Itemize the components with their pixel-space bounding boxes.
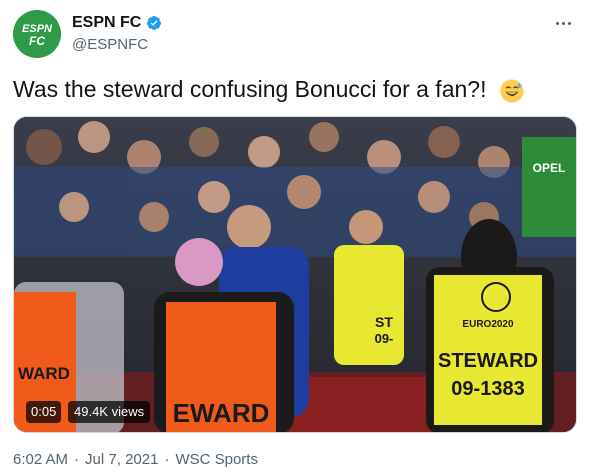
tweet-source[interactable]: WSC Sports — [175, 451, 258, 468]
bib-right-text-bottom: 09-1383 — [451, 378, 524, 400]
bib-left-text: WARD — [18, 364, 70, 383]
more-options-button[interactable] — [550, 12, 576, 34]
bib-middle-text-top: ST — [375, 314, 393, 330]
handle[interactable]: @ESPNFC — [72, 36, 148, 53]
tweet-date[interactable]: Jul 7, 2021 — [85, 451, 158, 468]
bib-center-text: EWARD — [173, 398, 270, 428]
tweet-time[interactable]: 6:02 AM — [13, 451, 68, 468]
verified-badge-icon — [147, 16, 162, 30]
tweet-text: Was the steward confusing Bonucci for a … — [13, 75, 525, 104]
display-name[interactable]: ESPN FC — [72, 14, 141, 32]
more-dot-icon — [561, 21, 565, 25]
espn-fc-logo: ESPN FC — [13, 10, 61, 58]
bib-middle-text-bottom: 09- — [375, 331, 394, 346]
sweat-smile-emoji-icon — [500, 79, 524, 103]
avatar-text-bottom: FC — [29, 34, 45, 48]
video-frame: OPEL EWARD WARD ST 09- EURO2020 STEWARD … — [14, 117, 576, 432]
tweet-text-body: Was the steward confusing Bonucci for a … — [13, 76, 487, 102]
meta-separator: · — [164, 451, 170, 468]
more-dot-icon — [567, 21, 571, 25]
tweet-meta: 6:02 AM · Jul 7, 2021 · WSC Sports — [13, 451, 258, 468]
sponsor-shirt-text: OPEL — [533, 161, 566, 175]
video-views: 49.4K views — [74, 404, 145, 419]
more-dot-icon — [555, 21, 559, 25]
author-name-row[interactable]: ESPN FC — [72, 14, 162, 32]
video-player[interactable]: OPEL EWARD WARD ST 09- EURO2020 STEWARD … — [13, 116, 577, 433]
video-views-badge: 49.4K views — [68, 401, 151, 423]
green-shirt — [522, 137, 576, 237]
bib-right-text-top: STEWARD — [438, 350, 538, 372]
avatar[interactable]: ESPN FC — [13, 10, 61, 58]
video-duration-badge: 0:05 — [26, 401, 62, 423]
video-duration: 0:05 — [31, 404, 57, 419]
bib-right-logo: EURO2020 — [462, 319, 514, 330]
tweet-card: ESPN FC ESPN FC @ESPNFC Was the steward … — [0, 0, 600, 476]
meta-separator: · — [74, 451, 80, 468]
